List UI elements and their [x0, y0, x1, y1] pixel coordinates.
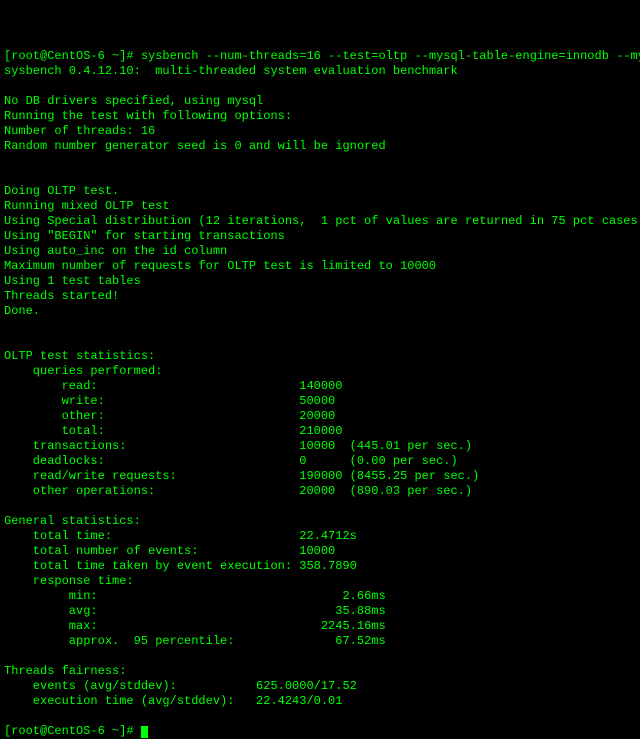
response-label: response time: [4, 574, 134, 588]
other-value: 20000 [299, 409, 335, 423]
oltp-header: OLTP test statistics: [4, 349, 155, 363]
special-line: Using Special distribution (12 iteration… [4, 214, 640, 228]
totaltime-label: total time: [4, 529, 299, 543]
total-value: 210000 [299, 424, 342, 438]
approx-label: approx. 95 percentile: [4, 634, 335, 648]
exectime-label: total time taken by event execution: [4, 559, 299, 573]
seed-line: Random number generator seed is 0 and wi… [4, 139, 386, 153]
shell-prompt: [root@CentOS-6 ~]# [4, 49, 141, 63]
version-line: sysbench 0.4.12.10: multi-threaded syste… [4, 64, 458, 78]
otherops-value: 20000 (890.03 per sec.) [299, 484, 472, 498]
doing-line: Doing OLTP test. [4, 184, 119, 198]
general-header: General statistics: [4, 514, 141, 528]
deadlocks-label: deadlocks: [4, 454, 299, 468]
totaltime-value: 22.4712s [299, 529, 357, 543]
exec-fair-label: execution time (avg/stddev): [4, 694, 256, 708]
max-label: max: [4, 619, 321, 633]
max-value: 2245.16ms [321, 619, 386, 633]
done-line: Done. [4, 304, 40, 318]
fairness-header: Threads fairness: [4, 664, 126, 678]
avg-label: avg: [4, 604, 335, 618]
threads-line: Number of threads: 16 [4, 124, 155, 138]
events-fair-value: 625.0000/17.52 [256, 679, 357, 693]
min-label: min: [4, 589, 342, 603]
rw-value: 190000 (8455.25 per sec.) [299, 469, 479, 483]
mixed-line: Running mixed OLTP test [4, 199, 170, 213]
min-value: 2.66ms [342, 589, 385, 603]
read-label: read: [4, 379, 299, 393]
approx-value: 67.52ms [335, 634, 385, 648]
trans-label: transactions: [4, 439, 299, 453]
command-text: sysbench --num-threads=16 --test=oltp --… [141, 49, 640, 63]
running-line: Running the test with following options: [4, 109, 292, 123]
begin-line: Using "BEGIN" for starting transactions [4, 229, 285, 243]
cursor-icon[interactable] [141, 726, 148, 738]
total-label: total: [4, 424, 299, 438]
otherops-label: other operations: [4, 484, 299, 498]
exectime-value: 358.7890 [299, 559, 357, 573]
events-label: total number of events: [4, 544, 299, 558]
tables-line: Using 1 test tables [4, 274, 141, 288]
autoinc-line: Using auto_inc on the id column [4, 244, 227, 258]
events-fair-label: events (avg/stddev): [4, 679, 256, 693]
rw-label: read/write requests: [4, 469, 299, 483]
other-label: other: [4, 409, 299, 423]
drivers-line: No DB drivers specified, using mysql [4, 94, 263, 108]
avg-value: 35.88ms [335, 604, 385, 618]
terminal-output: [root@CentOS-6 ~]# sysbench --num-thread… [4, 49, 636, 594]
deadlocks-value: 0 (0.00 per sec.) [299, 454, 457, 468]
started-line: Threads started! [4, 289, 119, 303]
exec-fair-value: 22.4243/0.01 [256, 694, 342, 708]
maxreq-line: Maximum number of requests for OLTP test… [4, 259, 436, 273]
read-value: 140000 [299, 379, 342, 393]
shell-prompt[interactable]: [root@CentOS-6 ~]# [4, 724, 141, 738]
events-value: 10000 [299, 544, 335, 558]
write-value: 50000 [299, 394, 335, 408]
trans-value: 10000 (445.01 per sec.) [299, 439, 472, 453]
write-label: write: [4, 394, 299, 408]
queries-label: queries performed: [4, 364, 162, 378]
